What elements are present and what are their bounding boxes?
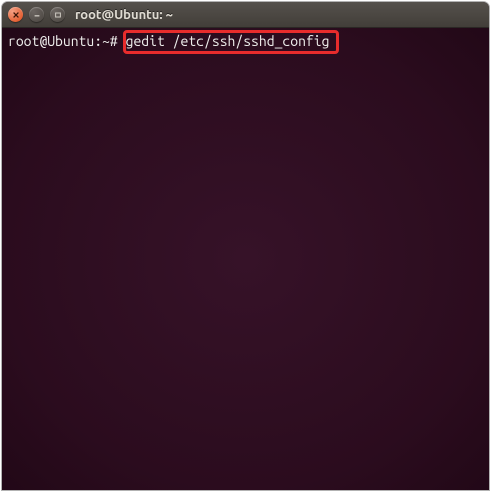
minimize-button[interactable]: [29, 7, 44, 22]
window-controls: [8, 7, 65, 22]
window-title: root@Ubuntu: ~: [75, 8, 173, 22]
terminal-window: root@Ubuntu: ~ root@Ubuntu:~# gedit /etc…: [2, 2, 489, 490]
close-button[interactable]: [8, 7, 23, 22]
close-icon: [12, 11, 20, 19]
prompt-line: root@Ubuntu:~# gedit /etc/ssh/sshd_confi…: [8, 32, 483, 50]
minimize-icon: [33, 11, 41, 19]
maximize-icon: [54, 11, 62, 19]
titlebar: root@Ubuntu: ~: [2, 2, 489, 28]
command-text: gedit /etc/ssh/sshd_config: [126, 33, 330, 49]
terminal-body[interactable]: root@Ubuntu:~# gedit /etc/ssh/sshd_confi…: [2, 28, 489, 490]
shell-prompt: root@Ubuntu:~#: [8, 33, 118, 49]
maximize-button[interactable]: [50, 7, 65, 22]
